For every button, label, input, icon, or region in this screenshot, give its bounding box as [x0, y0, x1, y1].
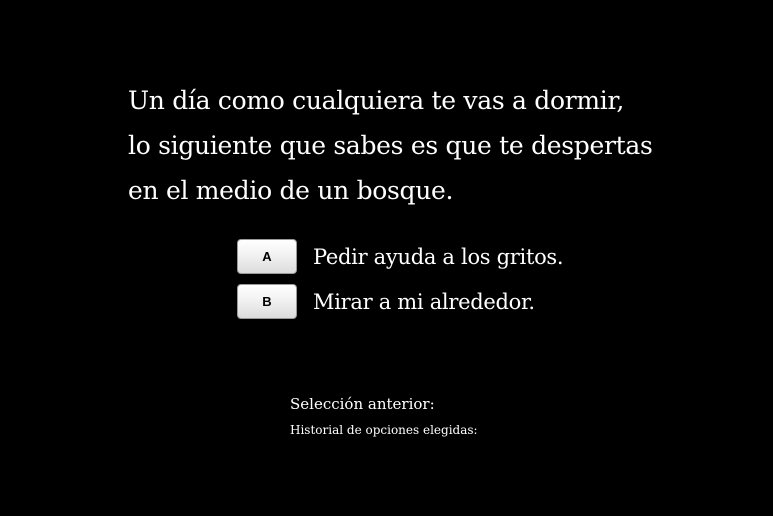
story-line: Un día como cualquiera te vas a dormir,: [128, 86, 625, 115]
previous-selection-label: Selección anterior:: [290, 395, 435, 413]
choice-b: B Mirar a mi alrededor.: [237, 284, 535, 319]
story-text: Un día como cualquiera te vas a dormir, …: [128, 78, 688, 213]
choice-a: A Pedir ayuda a los gritos.: [237, 239, 564, 274]
history-label: Historial de opciones elegidas:: [290, 423, 478, 437]
choice-a-text: Pedir ayuda a los gritos.: [313, 244, 564, 269]
story-line: lo siguiente que sabes es que te despert…: [128, 131, 653, 160]
story-line: en el medio de un bosque.: [128, 176, 454, 205]
choice-b-button[interactable]: B: [237, 284, 297, 319]
game-screen: Un día como cualquiera te vas a dormir, …: [0, 0, 773, 516]
choice-a-button[interactable]: A: [237, 239, 297, 274]
choice-b-text: Mirar a mi alrededor.: [313, 289, 535, 314]
